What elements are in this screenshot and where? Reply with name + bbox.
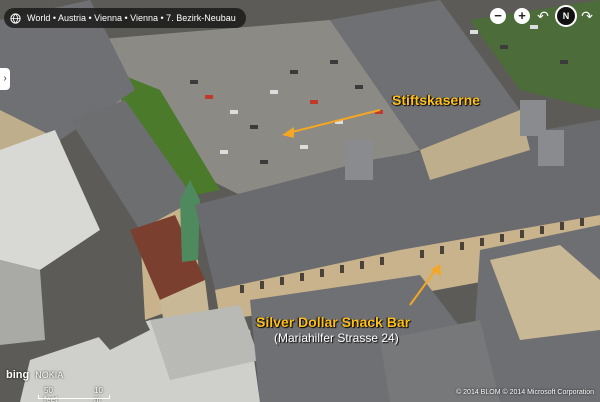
- compass-button[interactable]: N: [555, 5, 577, 27]
- snackbar-address: (Mariahilfer Strasse 24): [274, 331, 399, 345]
- map-view[interactable]: World • Austria • Vienna • Vienna • 7. B…: [0, 0, 600, 402]
- branding: bing NOKIA: [6, 369, 63, 381]
- breadcrumb-text[interactable]: World • Austria • Vienna • Vienna • 7. B…: [27, 8, 236, 28]
- location-breadcrumb[interactable]: World • Austria • Vienna • Vienna • 7. B…: [4, 8, 246, 28]
- snackbar-label: Silver Dollar Snack Bar: [256, 314, 411, 330]
- copyright: © 2014 BLOM © 2014 Microsoft Corporation: [456, 389, 594, 396]
- zoom-in-button[interactable]: +: [514, 8, 530, 24]
- rotate-right-button[interactable]: ↷: [580, 8, 594, 24]
- scale-feet: 50 feet: [44, 386, 58, 402]
- rotate-left-button[interactable]: ↶: [536, 8, 550, 24]
- scale-meters: 10 m: [94, 386, 103, 402]
- globe-icon: [10, 12, 21, 24]
- nokia-logo: NOKIA: [35, 370, 64, 380]
- bing-logo: bing: [6, 369, 30, 381]
- zoom-out-button[interactable]: −: [490, 8, 506, 24]
- side-panel-toggle[interactable]: ›: [0, 68, 10, 90]
- stiftskaserne-label: Stiftskaserne: [392, 92, 480, 108]
